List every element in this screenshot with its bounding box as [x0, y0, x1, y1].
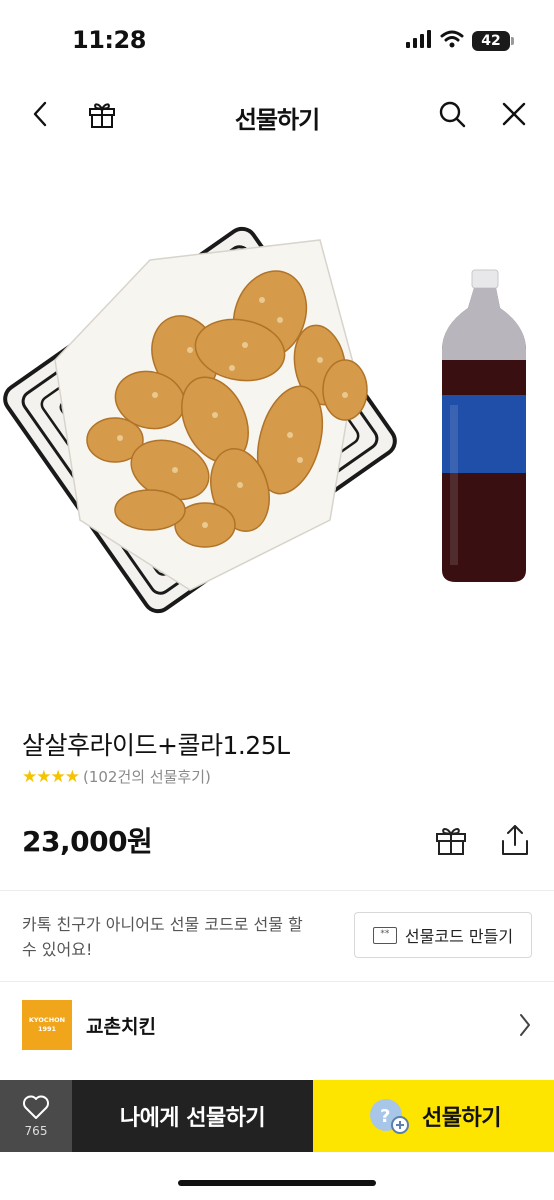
star-rating: ★★★★: [22, 766, 80, 787]
share-button[interactable]: [498, 822, 532, 858]
nav-bar: 선물하기: [0, 80, 554, 150]
create-gift-code-label: 선물코드 만들기: [404, 927, 514, 946]
gift-friend-icon: ?: [370, 1099, 410, 1134]
price-actions: [434, 822, 532, 858]
status-bar: 11:28 42: [0, 0, 554, 80]
divider: [0, 890, 554, 891]
brand-logo-line2: 1991: [37, 1025, 57, 1033]
create-gift-code-button[interactable]: ** 선물코드 만들기: [354, 912, 532, 958]
gift-box-icon: [436, 828, 466, 855]
brand-row[interactable]: KYOCHON 1991 교촌치킨: [0, 982, 554, 1070]
chevron-right-icon: [520, 1014, 530, 1036]
review-count-link[interactable]: (102건의 선물후기): [83, 766, 211, 787]
heart-icon: [23, 1095, 49, 1119]
ticket-icon: **: [372, 926, 397, 944]
close-button[interactable]: [494, 94, 534, 134]
battery-icon: 42: [472, 31, 514, 51]
product-image: [0, 190, 554, 670]
brand-name: 교촌치킨: [86, 1016, 156, 1038]
svg-text:?: ?: [380, 1106, 390, 1127]
search-icon: [439, 101, 466, 128]
gift-to-me-button[interactable]: 나에게 선물하기: [72, 1080, 313, 1152]
status-time: 11:28: [72, 26, 146, 54]
brand-logo-line1: KYOCHON: [28, 1016, 66, 1024]
wifi-icon: [440, 30, 464, 52]
brand-logo: KYOCHON 1991: [22, 1000, 72, 1050]
product-name: 살살후라이드+콜라1.25L: [22, 731, 290, 760]
close-icon: [502, 102, 526, 126]
gift-code-description: 카톡 친구가 아니어도 선물 코드로 선물 할 수 있어요!: [22, 915, 303, 959]
gift-wish-button[interactable]: [434, 822, 468, 858]
share-icon: [502, 825, 528, 855]
send-gift-label: 선물하기: [422, 1106, 501, 1131]
bottom-action-bar: 765 나에게 선물하기 ? 선물하기: [0, 1080, 554, 1152]
like-count: 765: [24, 1124, 48, 1138]
signal-icon: [406, 30, 432, 52]
product-price: 23,000원: [22, 825, 153, 858]
cola-bottle-image: [442, 269, 526, 582]
send-gift-button[interactable]: ? 선물하기: [313, 1080, 554, 1152]
status-icons: 42: [406, 30, 514, 52]
rating: ★★★★ (102건의 선물후기): [22, 766, 211, 787]
like-button[interactable]: 765: [0, 1080, 72, 1152]
fried-chicken-basket-image: [3, 226, 397, 614]
search-button[interactable]: [432, 94, 472, 134]
home-indicator: [178, 1180, 376, 1186]
